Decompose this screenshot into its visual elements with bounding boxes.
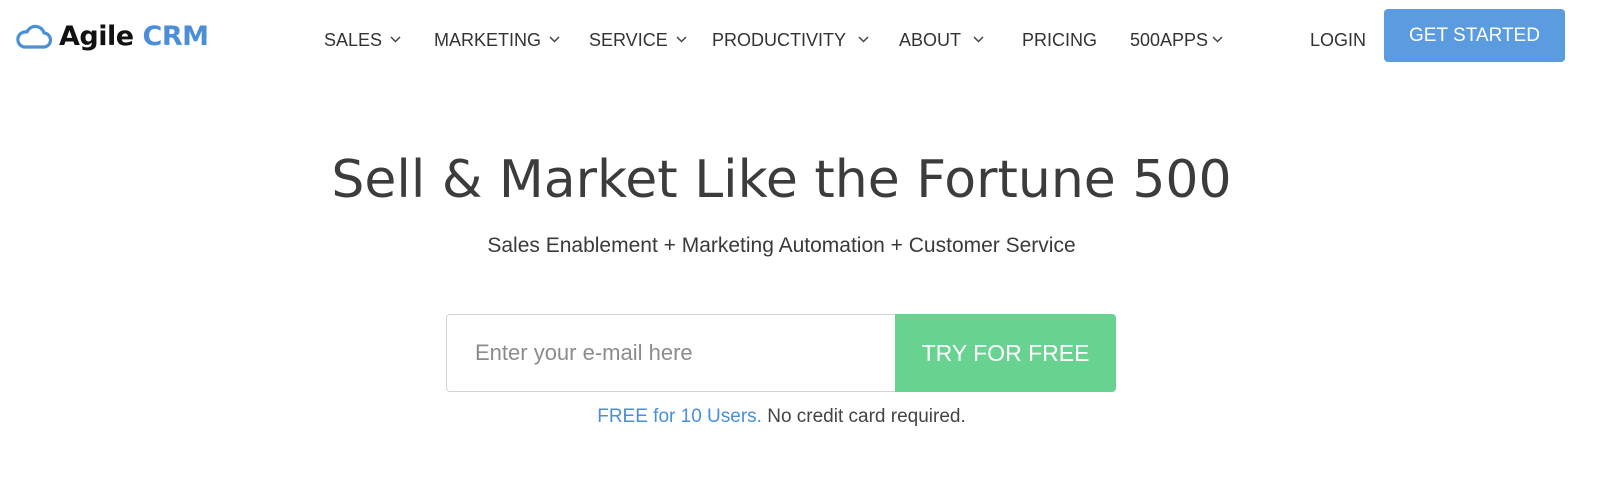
signup-form: TRY FOR FREE xyxy=(446,314,1116,392)
signup-note: FREE for 10 Users. No credit card requir… xyxy=(0,406,1563,428)
nav-label: ABOUT xyxy=(899,29,962,50)
login-link[interactable]: LOGIN xyxy=(1310,26,1366,54)
nav-item-pricing[interactable]: PRICING xyxy=(1022,26,1097,54)
chevron-down-icon xyxy=(390,35,401,43)
nav-item-productivity[interactable]: PRODUCTIVITY xyxy=(712,26,869,54)
chevron-down-icon xyxy=(676,35,687,43)
nav-item-500apps[interactable]: 500APPS xyxy=(1130,26,1223,54)
nav-item-service[interactable]: SERVICE xyxy=(589,26,687,54)
logo-text-agile: Agile xyxy=(59,20,134,52)
chevron-down-icon xyxy=(858,35,869,43)
hero-title: Sell & Market Like the Fortune 500 xyxy=(331,150,1232,210)
hero-subtitle: Sales Enablement + Marketing Automation … xyxy=(487,234,1076,257)
try-for-free-button[interactable]: TRY FOR FREE xyxy=(895,314,1116,392)
logo[interactable]: Agile CRM xyxy=(14,14,209,58)
nav-item-marketing[interactable]: MARKETING xyxy=(434,26,560,54)
nav-label: SALES xyxy=(324,29,383,50)
nav-label: SERVICE xyxy=(589,29,668,50)
email-input[interactable] xyxy=(446,314,895,392)
logo-text-crm: CRM xyxy=(142,20,209,52)
nav-item-about[interactable]: ABOUT xyxy=(899,26,984,54)
free-users-link[interactable]: FREE for 10 Users. xyxy=(597,406,762,427)
chevron-down-icon xyxy=(973,35,984,43)
get-started-button[interactable]: GET STARTED xyxy=(1384,9,1565,62)
no-credit-card-text: No credit card required. xyxy=(761,406,966,427)
chevron-down-icon xyxy=(549,35,560,43)
nav-label: 500APPS xyxy=(1130,29,1209,50)
cloud-icon xyxy=(16,24,52,49)
site-header: Agile CRM SALES MARKETING SERVICE PRODUC… xyxy=(0,0,1600,80)
nav-label: PRICING xyxy=(1022,29,1098,50)
nav-label: PRODUCTIVITY xyxy=(712,29,847,50)
nav-label: MARKETING xyxy=(434,29,542,50)
nav-item-sales[interactable]: SALES xyxy=(324,26,401,54)
chevron-down-icon xyxy=(1212,35,1223,43)
